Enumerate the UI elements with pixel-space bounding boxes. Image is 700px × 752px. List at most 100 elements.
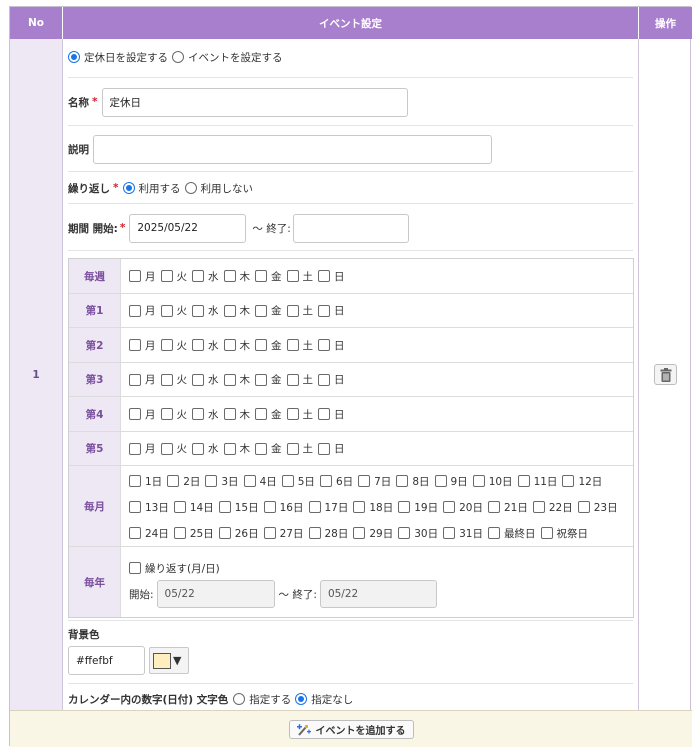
weekday-checkbox[interactable]: 水 — [192, 407, 219, 422]
checkbox[interactable] — [562, 475, 575, 487]
weekday-checkbox[interactable]: 月 — [129, 441, 156, 456]
weekday-checkbox[interactable]: 火 — [160, 372, 187, 387]
weekday-checkbox[interactable]: 土 — [286, 269, 313, 284]
radio-button[interactable] — [172, 51, 184, 63]
weekday-checkbox[interactable]: 火 — [160, 338, 187, 353]
checkbox[interactable] — [263, 501, 276, 513]
weekday-checkbox[interactable]: 水 — [192, 303, 219, 318]
monthly-day-checkbox[interactable]: 18日 — [353, 500, 393, 515]
checkbox[interactable] — [160, 304, 173, 317]
checkbox[interactable] — [243, 475, 256, 487]
radio-button[interactable] — [295, 693, 308, 705]
checkbox[interactable] — [129, 373, 141, 386]
radio-button[interactable] — [184, 182, 197, 194]
checkbox[interactable] — [160, 373, 173, 386]
weekday-checkbox[interactable]: 木 — [223, 372, 250, 387]
checkbox[interactable] — [488, 501, 500, 513]
monthly-day-checkbox[interactable]: 21日 — [488, 500, 528, 515]
weekday-checkbox[interactable]: 火 — [160, 407, 187, 422]
text-color-option-none[interactable]: 指定なし — [295, 692, 353, 707]
weekday-checkbox[interactable]: 金 — [255, 441, 282, 456]
checkbox[interactable] — [281, 475, 294, 487]
checkbox[interactable] — [223, 373, 236, 386]
checkbox[interactable] — [308, 501, 321, 513]
checkbox[interactable] — [488, 527, 500, 539]
checkbox[interactable] — [167, 475, 180, 487]
weekday-checkbox[interactable]: 日 — [318, 269, 345, 284]
monthly-day-checkbox[interactable]: 15日 — [218, 500, 259, 515]
repeat-option-use[interactable]: 利用する — [122, 181, 181, 196]
monthly-day-checkbox[interactable]: 13日 — [129, 500, 169, 515]
checkbox[interactable] — [129, 408, 141, 420]
checkbox[interactable] — [398, 501, 411, 513]
checkbox[interactable] — [308, 527, 321, 539]
checkbox[interactable] — [255, 270, 267, 282]
yearly-start-input[interactable]: 05/22 — [156, 580, 275, 608]
weekday-checkbox[interactable]: 木 — [223, 269, 250, 284]
checkbox[interactable] — [286, 408, 299, 420]
yearly-repeat-checkbox[interactable]: 繰り返す(月/日) — [129, 558, 220, 578]
checkbox[interactable] — [577, 501, 590, 513]
type-option-holiday[interactable]: 定休日を設定する — [68, 50, 168, 65]
checkbox[interactable] — [173, 501, 186, 513]
weekday-checkbox[interactable]: 月 — [129, 303, 156, 318]
description-input[interactable] — [93, 134, 492, 164]
checkbox[interactable] — [160, 270, 173, 282]
checkbox[interactable] — [218, 527, 231, 539]
checkbox[interactable] — [129, 527, 141, 539]
weekday-checkbox[interactable]: 水 — [192, 338, 219, 353]
monthly-day-checkbox[interactable]: 22日 — [532, 500, 573, 515]
checkbox[interactable] — [160, 442, 173, 455]
radio-button[interactable] — [68, 51, 80, 63]
weekday-checkbox[interactable]: 木 — [223, 338, 250, 353]
monthly-day-checkbox[interactable]: 7日 — [358, 474, 391, 489]
checkbox[interactable] — [129, 339, 141, 351]
checkbox[interactable] — [192, 304, 204, 317]
monthly-day-checkbox[interactable]: 5日 — [281, 474, 315, 489]
monthly-day-checkbox[interactable]: 祝祭日 — [540, 526, 588, 541]
monthly-day-checkbox[interactable]: 1日 — [129, 474, 162, 489]
checkbox[interactable] — [319, 475, 332, 487]
period-end-input[interactable] — [292, 213, 409, 243]
radio-button[interactable] — [233, 693, 246, 705]
weekday-checkbox[interactable]: 火 — [160, 303, 187, 318]
checkbox[interactable] — [318, 339, 330, 351]
checkbox[interactable] — [353, 527, 366, 539]
weekday-checkbox[interactable]: 木 — [223, 407, 250, 422]
checkbox[interactable] — [255, 442, 267, 455]
weekday-checkbox[interactable]: 月 — [129, 372, 156, 387]
checkbox[interactable] — [205, 475, 218, 487]
checkbox[interactable] — [129, 501, 141, 513]
monthly-day-checkbox[interactable]: 4日 — [243, 474, 277, 489]
monthly-day-checkbox[interactable]: 11日 — [517, 474, 557, 489]
checkbox[interactable] — [353, 501, 366, 513]
checkbox[interactable] — [318, 442, 330, 455]
name-input[interactable]: 定休日 — [101, 87, 408, 117]
weekday-checkbox[interactable]: 土 — [286, 303, 313, 318]
weekday-checkbox[interactable]: 金 — [255, 338, 282, 353]
monthly-day-checkbox[interactable]: 14日 — [173, 500, 214, 515]
checkbox[interactable] — [255, 373, 267, 386]
checkbox[interactable] — [318, 270, 330, 282]
checkbox[interactable] — [532, 501, 545, 513]
monthly-day-checkbox[interactable]: 23日 — [577, 500, 618, 515]
weekday-checkbox[interactable]: 日 — [318, 372, 345, 387]
weekday-checkbox[interactable]: 水 — [192, 372, 219, 387]
monthly-day-checkbox[interactable]: 20日 — [443, 500, 483, 515]
weekday-checkbox[interactable]: 木 — [223, 303, 250, 318]
monthly-day-checkbox[interactable]: 25日 — [173, 526, 214, 541]
monthly-day-checkbox[interactable]: 19日 — [398, 500, 438, 515]
checkbox[interactable] — [223, 442, 236, 455]
radio-button[interactable] — [122, 182, 135, 194]
monthly-day-checkbox[interactable]: 31日 — [443, 526, 483, 541]
checkbox[interactable] — [398, 527, 411, 539]
weekday-checkbox[interactable]: 金 — [255, 269, 282, 284]
delete-button[interactable] — [654, 364, 677, 385]
monthly-day-checkbox[interactable]: 26日 — [218, 526, 259, 541]
checkbox[interactable] — [286, 373, 299, 386]
monthly-day-checkbox[interactable]: 30日 — [398, 526, 438, 541]
checkbox[interactable] — [396, 475, 409, 487]
monthly-day-checkbox[interactable]: 16日 — [263, 500, 304, 515]
monthly-day-checkbox[interactable]: 8日 — [396, 474, 430, 489]
weekday-checkbox[interactable]: 金 — [255, 372, 282, 387]
